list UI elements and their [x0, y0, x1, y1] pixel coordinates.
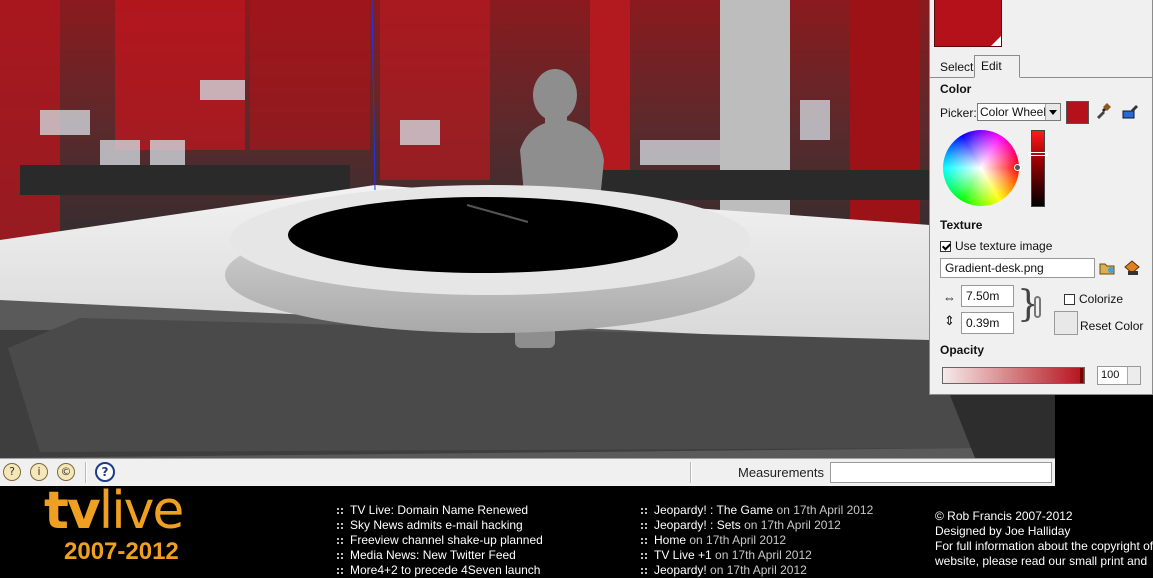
stage-top [8, 318, 972, 452]
3d-viewport[interactable] [0, 0, 1055, 458]
news-item[interactable]: TV Live: Domain Name Renewed [336, 503, 543, 518]
news-item[interactable]: Media News: New Twitter Feed [336, 548, 543, 563]
measurements-label: Measurements [738, 465, 824, 480]
opacity-value-field[interactable]: 100 [1097, 366, 1141, 385]
bullet-icon [336, 536, 344, 545]
designer-line: Designed by Joe Halliday [935, 524, 1071, 538]
texture-filename-field[interactable]: Gradient-desk.png [940, 258, 1095, 278]
news-item[interactable]: Freeview channel shake-up planned [336, 533, 543, 548]
picker-value: Color Wheel [980, 105, 1047, 119]
bullet-icon [336, 521, 344, 530]
info-line: For full information about the copyright… [935, 539, 1153, 553]
opacity-value: 100 [1101, 369, 1120, 381]
eyedropper-screen-icon[interactable] [1121, 102, 1139, 120]
height-arrow-icon: ⇕ [944, 313, 955, 328]
logo-tv-text: tv [44, 481, 101, 541]
red-panel [380, 0, 490, 180]
tab-select[interactable]: Select [934, 58, 979, 77]
measurements-input[interactable] [830, 462, 1052, 483]
edit-texture-icon[interactable] [1123, 259, 1141, 277]
colorize-checkbox[interactable]: Colorize [1064, 292, 1123, 306]
chevron-down-icon [1045, 104, 1060, 120]
user-account-icon[interactable]: © [57, 463, 75, 481]
update-item[interactable]: Home on 17th April 2012 [640, 533, 873, 548]
spinner-icon[interactable] [1127, 367, 1140, 384]
reset-color-swatch[interactable] [1054, 311, 1078, 335]
info-line: website, please read our small print and [935, 554, 1148, 568]
bullet-icon [336, 566, 344, 575]
status-separator [690, 462, 692, 483]
color-section-title: Color [940, 82, 972, 96]
colorize-label: Colorize [1079, 292, 1124, 306]
texture-section-title: Texture [940, 218, 983, 232]
sample-paint-icon[interactable] [1094, 102, 1112, 120]
picker-dropdown[interactable]: Color Wheel [977, 103, 1061, 121]
brightness-slider[interactable] [1031, 130, 1045, 207]
geo-location-icon[interactable]: ? [3, 463, 21, 481]
picker-label: Picker: [940, 106, 977, 120]
update-item[interactable]: TV Live +1 on 17th April 2012 [640, 548, 873, 563]
current-material-swatch[interactable] [934, 0, 1002, 47]
status-separator [85, 462, 87, 483]
bullet-icon [336, 551, 344, 560]
checkbox-checked-icon [940, 241, 951, 253]
reset-color-button[interactable]: Reset Color [1080, 319, 1143, 333]
color-wheel[interactable] [943, 130, 1019, 206]
copyright-info: © Rob Francis 2007-2012 Designed by Joe … [935, 509, 1153, 569]
logo-live-text: live [98, 481, 185, 541]
checkbox-unchecked-icon [1064, 294, 1075, 306]
red-panel [115, 0, 245, 150]
news-list: TV Live: Domain Name Renewed Sky News ad… [336, 503, 543, 578]
opacity-slider[interactable] [942, 367, 1085, 384]
color-swatch[interactable] [1066, 101, 1089, 124]
bullet-icon [640, 521, 648, 530]
update-item[interactable]: Jeopardy! : The Game on 17th April 2012 [640, 503, 873, 518]
brightness-slider-thumb[interactable] [1028, 152, 1048, 156]
red-panel [250, 0, 370, 150]
help-icon[interactable]: ? [95, 462, 115, 482]
use-texture-label: Use texture image [955, 239, 1053, 253]
website-footer: tvlive 2007-2012 TV Live: Domain Name Re… [0, 485, 1153, 577]
panel-tabs: Select Edit [930, 55, 1152, 78]
tab-edit[interactable]: Edit [974, 55, 1020, 78]
updates-list: Jeopardy! : The Game on 17th April 2012 … [640, 503, 873, 578]
width-arrow-icon: ⇔ [943, 290, 956, 305]
texture-height-field[interactable]: 0.39m [961, 312, 1014, 334]
lock-aspect-chain-icon[interactable] [1034, 296, 1041, 318]
bullet-icon [640, 506, 648, 515]
news-item[interactable]: More4+2 to precede 4Seven launch [336, 563, 543, 578]
logo-years: 2007-2012 [64, 538, 179, 565]
texture-width-field[interactable]: 7.50m [961, 285, 1014, 307]
materials-panel: Select Edit Color Picker: Color Wheel Te… [929, 0, 1153, 395]
color-wheel-marker[interactable] [1014, 164, 1021, 171]
opacity-section-title: Opacity [940, 343, 985, 357]
opacity-slider-thumb[interactable] [1080, 368, 1083, 383]
bullet-icon [640, 566, 648, 575]
studio-scene [0, 0, 1055, 458]
update-item[interactable]: Jeopardy! on 17th April 2012 [640, 563, 873, 578]
copyright-line: © Rob Francis 2007-2012 [935, 509, 1073, 523]
credits-icon[interactable]: i [30, 463, 48, 481]
use-texture-checkbox[interactable]: Use texture image [940, 239, 1052, 253]
update-item[interactable]: Jeopardy! : Sets on 17th April 2012 [640, 518, 873, 533]
red-panel [850, 0, 920, 240]
swatch-corner [991, 36, 1001, 46]
anchor-desk-inset [288, 197, 678, 273]
browse-folder-icon[interactable] [1099, 259, 1117, 277]
tvlive-logo[interactable]: tvlive [44, 485, 184, 537]
bullet-icon [640, 536, 648, 545]
bullet-icon [336, 506, 344, 515]
news-item[interactable]: Sky News admits e-mail hacking [336, 518, 543, 533]
bullet-icon [640, 551, 648, 560]
